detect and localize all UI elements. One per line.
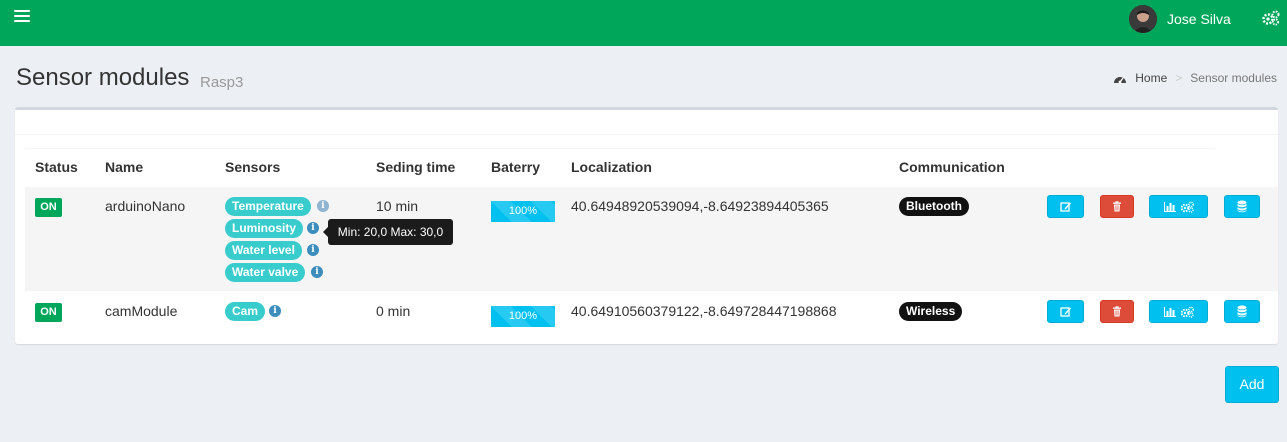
dashboard-icon (1114, 76, 1127, 83)
sensor-tag: Temperature (225, 197, 311, 216)
header-battery: Baterry (491, 159, 541, 175)
localization-coordinates: 40.64948920539094,-8.64923894405365 (571, 198, 829, 214)
trash-icon (1113, 201, 1121, 212)
database-button[interactable] (1224, 195, 1260, 218)
header-localization: Localization (571, 159, 652, 175)
status-badge: ON (35, 198, 62, 217)
battery-progress-bar: 100% (491, 201, 555, 222)
communication-badge: Wireless (899, 302, 963, 321)
stats-settings-button[interactable] (1149, 195, 1208, 218)
status-badge: ON (35, 303, 62, 322)
bar-chart-icon (1164, 202, 1176, 212)
database-icon (1237, 200, 1247, 213)
user-avatar[interactable] (1129, 5, 1157, 33)
communication-badge: Bluetooth (899, 197, 969, 216)
table-head-divider (25, 148, 1215, 149)
cogs-icon (1180, 306, 1194, 318)
info-icon[interactable]: i (317, 200, 329, 212)
sensor-tag: Water level (225, 241, 302, 260)
sensor-modules-box: Status Name Sensors Seding time Baterry … (15, 107, 1278, 344)
sending-time: 0 min (376, 303, 411, 319)
sensor-tag: Cam (225, 302, 266, 321)
database-button[interactable] (1224, 300, 1260, 323)
module-name: camModule (105, 303, 178, 319)
delete-button[interactable] (1100, 300, 1134, 323)
header-status: Status (35, 159, 78, 175)
cogs-icon (1180, 201, 1194, 213)
add-button[interactable]: Add (1225, 366, 1279, 403)
database-icon (1237, 305, 1247, 318)
info-icon[interactable]: i (269, 305, 281, 317)
delete-button[interactable] (1100, 195, 1134, 218)
hamburger-icon[interactable] (14, 10, 30, 26)
edit-button[interactable] (1047, 195, 1084, 218)
breadcrumb-current: Sensor modules (1190, 71, 1277, 85)
stats-settings-button[interactable] (1149, 300, 1208, 323)
sensor-tag: Luminosity (225, 219, 304, 238)
edit-icon (1059, 202, 1071, 212)
breadcrumb-home-label[interactable]: Home (1135, 71, 1167, 85)
header-sensors: Sensors (225, 159, 281, 175)
info-icon[interactable]: i (307, 244, 319, 256)
edit-icon (1059, 307, 1071, 317)
cogs-icon[interactable] (1262, 10, 1280, 26)
info-icon[interactable]: i (311, 266, 323, 278)
breadcrumb-home[interactable]: Home (1113, 71, 1167, 85)
breadcrumb: Home > Sensor modules (1113, 71, 1277, 85)
battery-progress-bar: 100% (491, 306, 555, 327)
module-name: arduinoNano (105, 198, 186, 214)
info-icon[interactable]: i (307, 222, 319, 234)
header-name: Name (105, 159, 144, 175)
header-sending-time: Seding time (376, 159, 456, 175)
sending-time: 10 min (376, 198, 419, 214)
row-divider (25, 290, 1278, 291)
page-title: Sensor modules (16, 64, 190, 91)
header-communication: Communication (899, 159, 1005, 175)
edit-button[interactable] (1047, 300, 1084, 323)
bar-chart-icon (1164, 307, 1176, 317)
box-header-divider (15, 134, 1278, 135)
trash-icon (1113, 306, 1121, 317)
page-subtitle: Rasp3 (200, 74, 244, 91)
sensor-tooltip: Min: 20,0 Max: 30,0 (323, 219, 453, 245)
user-name[interactable]: Jose Silva (1167, 11, 1231, 27)
sensor-tag: Water valve (225, 263, 306, 282)
localization-coordinates: 40.64910560379122,-8.649728447198868 (571, 303, 837, 319)
breadcrumb-separator: > (1175, 71, 1183, 85)
top-navbar: Jose Silva (0, 0, 1287, 46)
